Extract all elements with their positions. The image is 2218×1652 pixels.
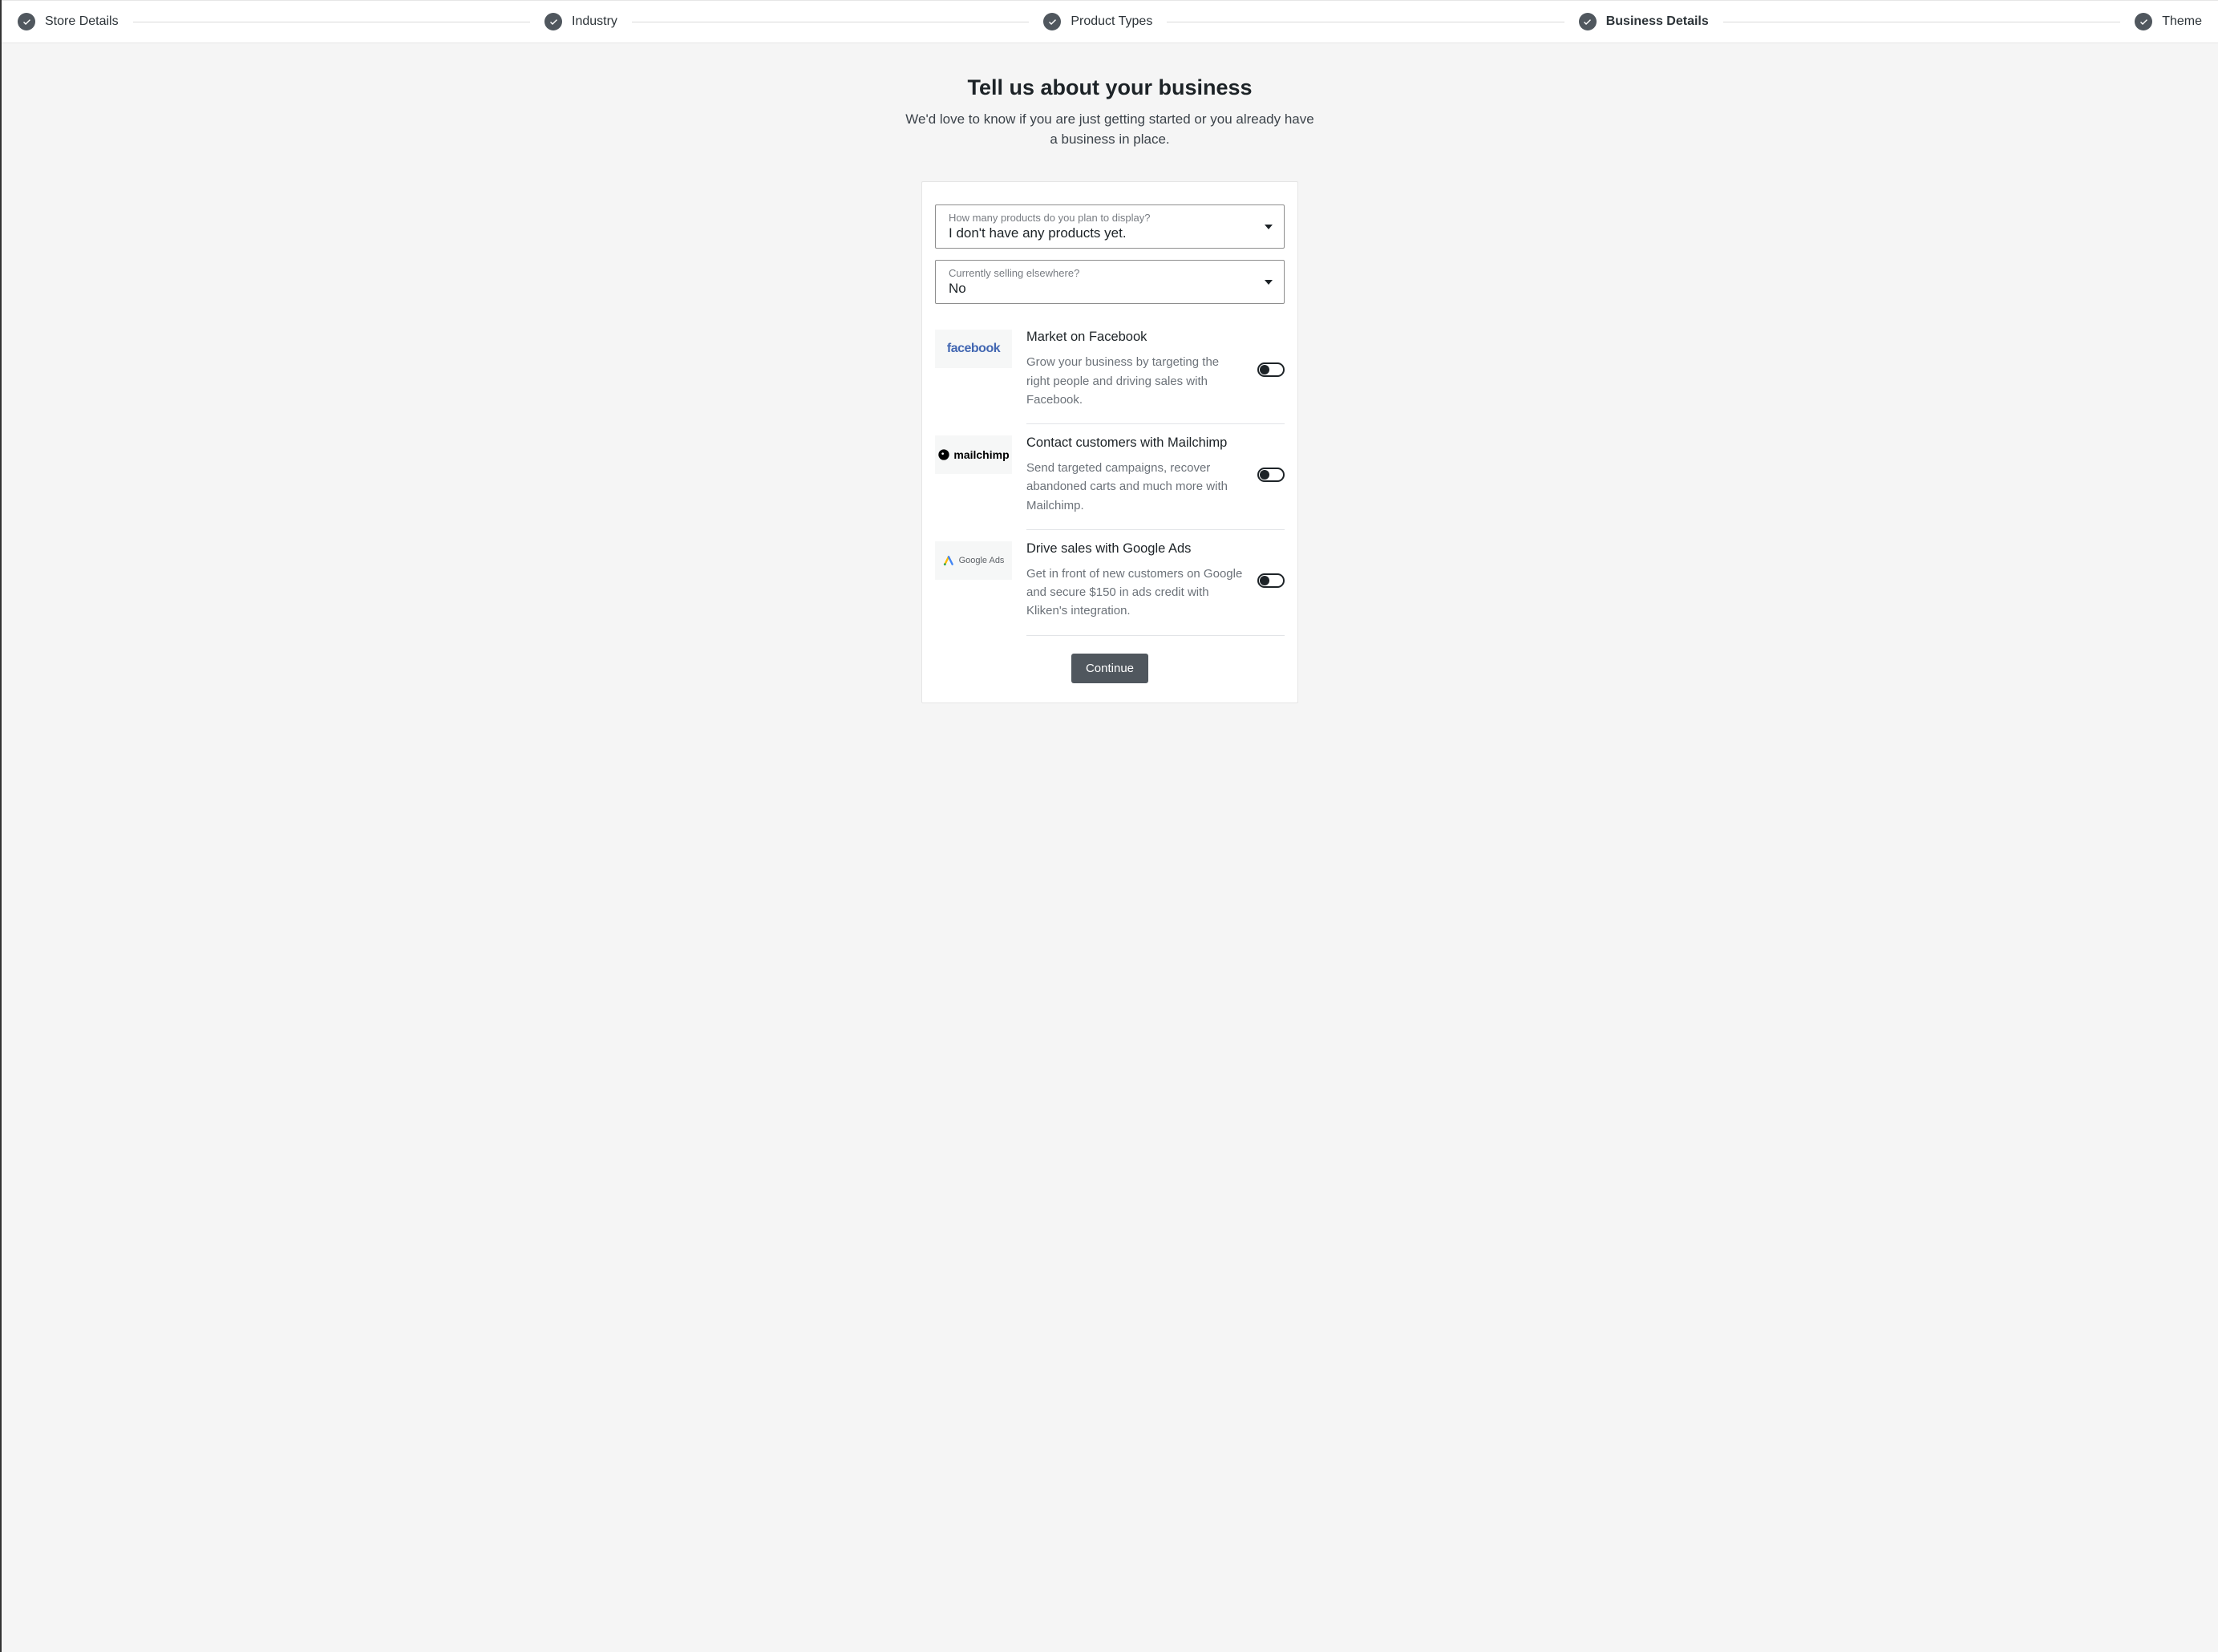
integrations-list: facebook Market on Facebook Grow your bu… [935,318,1285,635]
integration-desc: Get in front of new customers on Google … [1026,565,1243,621]
integration-googleads: Google Ads Drive sales with Google Ads G… [935,530,1285,636]
check-icon [18,13,35,30]
page: Tell us about your business We'd love to… [2,43,2218,751]
mailchimp-logo: mailchimp [935,435,1012,474]
step-theme[interactable]: Theme [2135,13,2202,30]
select-value: No [949,281,1253,297]
check-icon [1043,13,1061,30]
page-title: Tell us about your business [967,75,1252,100]
step-label: Industry [572,14,617,29]
select-label: How many products do you plan to display… [949,212,1253,224]
step-industry[interactable]: Industry [544,13,617,30]
integration-desc: Grow your business by targeting the righ… [1026,353,1243,409]
mailchimp-icon [937,448,950,461]
integration-desc: Send targeted campaigns, recover abandon… [1026,459,1243,515]
integration-title: Contact customers with Mailchimp [1026,435,1243,451]
step-label: Theme [2162,14,2202,29]
product-count-select[interactable]: How many products do you plan to display… [935,204,1285,249]
chevron-down-icon [1265,225,1273,229]
googleads-icon [943,555,954,566]
step-store-details[interactable]: Store Details [18,13,119,30]
page-subtitle: We'd love to know if you are just gettin… [901,110,1318,149]
integration-mailchimp: mailchimp Contact customers with Mailchi… [935,424,1285,530]
integration-title: Market on Facebook [1026,330,1243,345]
continue-button[interactable]: Continue [1071,654,1148,683]
facebook-toggle[interactable] [1257,362,1285,377]
form-card: How many products do you plan to display… [921,181,1298,703]
check-icon [1579,13,1597,30]
form-actions: Continue [935,654,1285,683]
integration-title: Drive sales with Google Ads [1026,541,1243,557]
integration-facebook: facebook Market on Facebook Grow your bu… [935,318,1285,424]
step-label: Business Details [1606,14,1709,29]
step-product-types[interactable]: Product Types [1043,13,1152,30]
googleads-toggle[interactable] [1257,573,1285,588]
step-business-details[interactable]: Business Details [1579,13,1709,30]
selling-elsewhere-select[interactable]: Currently selling elsewhere? No [935,260,1285,304]
wizard-stepper: Store Details Industry Product Types Bus… [2,0,2218,43]
integration-body: Drive sales with Google Ads Get in front… [1026,541,1285,636]
mailchimp-toggle[interactable] [1257,468,1285,482]
integration-body: Market on Facebook Grow your business by… [1026,330,1285,424]
step-label: Product Types [1071,14,1152,29]
check-icon [2135,13,2152,30]
facebook-logo: facebook [935,330,1012,368]
googleads-logo: Google Ads [935,541,1012,580]
check-icon [544,13,562,30]
select-value: I don't have any products yet. [949,225,1253,241]
select-label: Currently selling elsewhere? [949,267,1253,279]
chevron-down-icon [1265,280,1273,285]
step-label: Store Details [45,14,119,29]
integration-body: Contact customers with Mailchimp Send ta… [1026,435,1285,530]
